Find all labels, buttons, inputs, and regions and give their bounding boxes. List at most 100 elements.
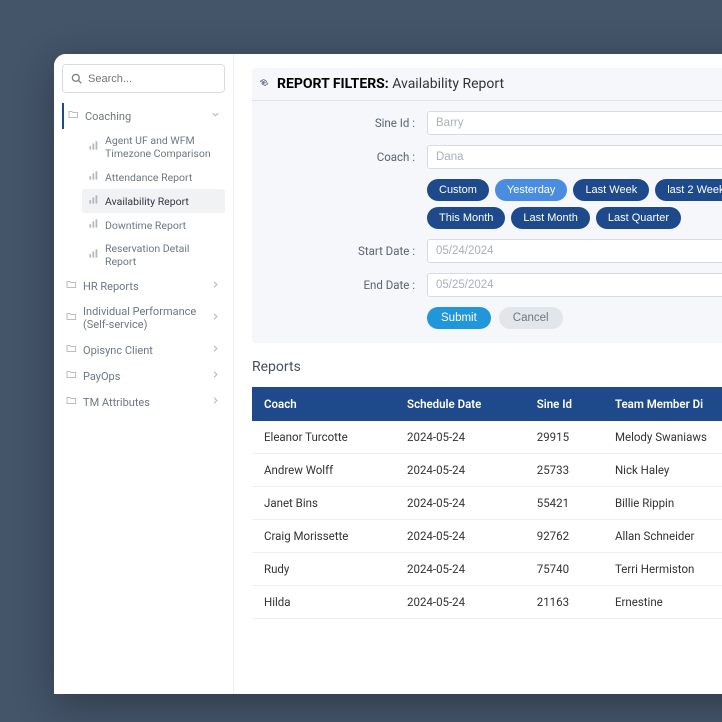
table-cell: 2024-05-24 <box>395 421 525 454</box>
sidebar-item[interactable]: Agent UF and WFM Timezone Comparison <box>82 129 225 165</box>
date-range-pill[interactable]: Last Month <box>511 207 589 229</box>
table-cell: Janet Bins <box>252 487 395 520</box>
table-cell: 2024-05-24 <box>395 586 525 619</box>
table-header-cell[interactable]: Team Member Di <box>603 387 722 421</box>
chevron-right-icon <box>210 369 221 383</box>
bar-chart-icon <box>88 170 99 184</box>
sidebar-folder[interactable]: TM Attributes <box>62 389 225 415</box>
table-cell: 25733 <box>525 454 603 487</box>
table-cell: Ernestine <box>603 586 722 619</box>
sidebar-folder[interactable]: HR Reports <box>62 273 225 299</box>
bar-chart-icon <box>88 194 99 208</box>
folder-icon <box>66 343 77 357</box>
table-cell: 55421 <box>525 487 603 520</box>
date-range-pill[interactable]: last 2 Weeks <box>655 179 722 201</box>
coach-label: Coach : <box>252 150 427 164</box>
folder-icon <box>66 395 77 409</box>
table-row[interactable]: Eleanor Turcotte2024-05-2429915Melody Sw… <box>252 421 722 454</box>
table-cell: Billie Rippin <box>603 487 722 520</box>
report-filters-panel: REPORT FILTERS: Availability Report Sine… <box>252 68 722 343</box>
sidebar-folder-label: PayOps <box>83 370 120 383</box>
sidebar-item[interactable]: Attendance Report <box>82 165 225 189</box>
table-row[interactable]: Janet Bins2024-05-2455421Billie Rippin <box>252 487 722 520</box>
table-cell: 29915 <box>525 421 603 454</box>
coach-input[interactable] <box>427 145 722 169</box>
table-cell: 2024-05-24 <box>395 553 525 586</box>
date-range-pill[interactable]: This Month <box>427 207 505 229</box>
date-range-pill[interactable]: Custom <box>427 179 489 201</box>
table-row[interactable]: Hilda2024-05-2421163Ernestine <box>252 586 722 619</box>
end-date-label: End Date : <box>252 278 427 292</box>
sidebar-item-label: Availability Report <box>105 195 189 208</box>
table-cell: Melody Swaniaws <box>603 421 722 454</box>
search-box[interactable] <box>62 64 225 93</box>
chevron-down-icon <box>210 109 221 123</box>
table-cell: Terri Hermiston <box>603 553 722 586</box>
sidebar-folder[interactable]: Opisync Client <box>62 337 225 363</box>
chevron-right-icon <box>210 343 221 357</box>
gear-icon <box>258 76 269 92</box>
table-cell: Hilda <box>252 586 395 619</box>
sidebar-folder-label: TM Attributes <box>83 396 150 409</box>
date-range-pill[interactable]: Last Quarter <box>596 207 681 229</box>
sidebar-item[interactable]: Reservation Detail Report <box>82 237 225 273</box>
bar-chart-icon <box>88 140 99 154</box>
sidebar-folder[interactable]: PayOps <box>62 363 225 389</box>
sine-id-label: Sine Id : <box>252 116 427 130</box>
sidebar-folder[interactable]: Coaching <box>62 103 225 129</box>
table-cell: Rudy <box>252 553 395 586</box>
sidebar-folder-label: HR Reports <box>83 280 139 293</box>
sidebar-item-label: Downtime Report <box>105 219 186 232</box>
sidebar-folder-label: Coaching <box>85 110 131 123</box>
chevron-right-icon <box>210 311 221 325</box>
filter-title: REPORT FILTERS: Availability Report <box>277 76 504 92</box>
folder-icon <box>66 369 77 383</box>
cancel-button[interactable]: Cancel <box>499 307 563 329</box>
table-cell: Nick Haley <box>603 454 722 487</box>
folder-icon <box>66 279 77 293</box>
date-range-pill[interactable]: Yesterday <box>495 179 568 201</box>
folder-icon <box>68 109 79 123</box>
submit-button[interactable]: Submit <box>427 307 491 329</box>
sidebar-item[interactable]: Downtime Report <box>82 213 225 237</box>
table-row[interactable]: Rudy2024-05-2475740Terri Hermiston <box>252 553 722 586</box>
table-header-cell[interactable]: Schedule Date <box>395 387 525 421</box>
start-date-label: Start Date : <box>252 244 427 258</box>
date-range-pills: Custom YesterdayLast Week last 2 Weeks This… <box>427 179 722 229</box>
sidebar-item-label: Attendance Report <box>105 171 192 184</box>
sine-id-input[interactable] <box>427 111 722 135</box>
end-date-input[interactable] <box>427 273 722 297</box>
folder-icon <box>66 311 77 325</box>
chevron-right-icon <box>210 279 221 293</box>
sidebar-item[interactable]: Availability Report <box>82 189 225 213</box>
reports-table: CoachSchedule DateSine IdTeam Member Di … <box>252 387 722 619</box>
table-cell: 21163 <box>525 586 603 619</box>
sidebar-folder[interactable]: Individual Performance (Self-service) <box>62 299 225 337</box>
reports-section-title: Reports <box>252 359 722 375</box>
sidebar-folder-label: Individual Performance (Self-service) <box>83 305 210 331</box>
table-cell: 2024-05-24 <box>395 487 525 520</box>
table-row[interactable]: Craig Morissette2024-05-2492762Allan Sch… <box>252 520 722 553</box>
sidebar-item-label: Reservation Detail Report <box>105 242 219 268</box>
start-date-input[interactable] <box>427 239 722 263</box>
table-cell: 75740 <box>525 553 603 586</box>
filter-header: REPORT FILTERS: Availability Report <box>252 68 722 101</box>
date-range-pill[interactable]: Last Week <box>573 179 649 201</box>
table-header-cell[interactable]: Sine Id <box>525 387 603 421</box>
table-cell: 2024-05-24 <box>395 520 525 553</box>
table-row[interactable]: Andrew Wolff2024-05-2425733Nick Haley <box>252 454 722 487</box>
search-input[interactable] <box>88 73 216 85</box>
table-cell: Allan Schneider <box>603 520 722 553</box>
bar-chart-icon <box>88 248 99 262</box>
table-cell: Craig Morissette <box>252 520 395 553</box>
table-cell: Andrew Wolff <box>252 454 395 487</box>
table-cell: Eleanor Turcotte <box>252 421 395 454</box>
chevron-right-icon <box>210 395 221 409</box>
app-window: Coaching Agent UF and WFM Timezone Compar… <box>54 54 722 694</box>
main-content: REPORT FILTERS: Availability Report Sine… <box>234 54 722 694</box>
bar-chart-icon <box>88 218 99 232</box>
search-icon <box>71 69 82 88</box>
sidebar: Coaching Agent UF and WFM Timezone Compar… <box>54 54 234 694</box>
table-cell: 92762 <box>525 520 603 553</box>
table-header-cell[interactable]: Coach <box>252 387 395 421</box>
